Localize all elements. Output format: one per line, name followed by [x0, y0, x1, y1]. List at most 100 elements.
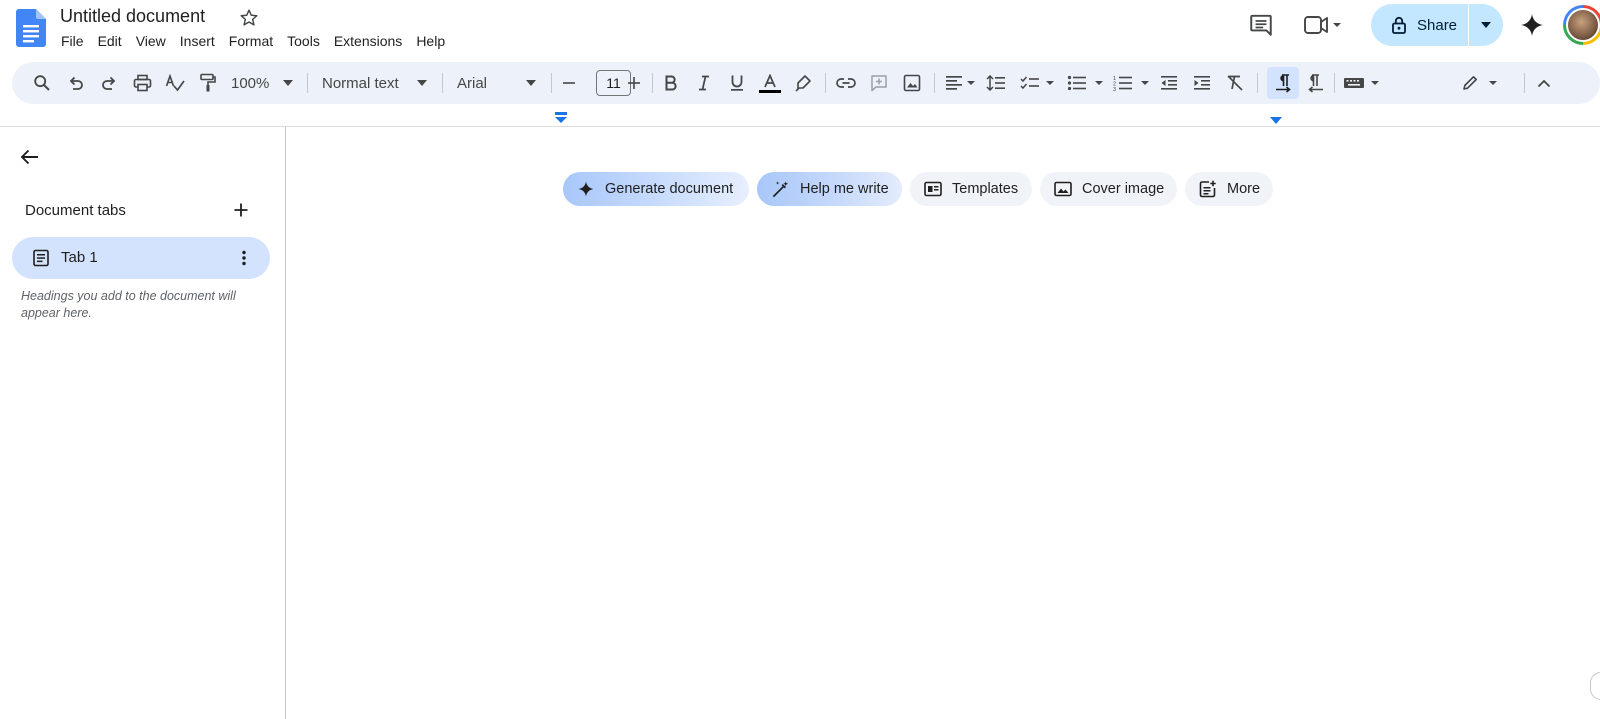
redo-icon	[102, 76, 116, 90]
spelling-check-button[interactable]	[161, 62, 189, 104]
decrease-indent-icon	[1161, 76, 1177, 90]
print-icon	[133, 74, 151, 92]
menu-view[interactable]: View	[129, 31, 173, 51]
paint-format-icon	[200, 73, 216, 92]
bold-button[interactable]	[657, 62, 685, 104]
redo-button[interactable]	[95, 62, 123, 104]
share-dropdown-button[interactable]	[1469, 4, 1503, 46]
share-label: Share	[1417, 16, 1458, 34]
input-tools-button[interactable]	[1339, 62, 1385, 104]
menu-extensions[interactable]: Extensions	[327, 31, 409, 51]
numbered-list-button[interactable]: 123	[1108, 62, 1154, 104]
bulleted-list-icon	[1067, 75, 1103, 91]
search-menus-button[interactable]	[28, 62, 56, 104]
undo-icon	[69, 76, 83, 90]
toolbar-divider	[1334, 73, 1335, 93]
gemini-sparkle-icon[interactable]	[1519, 12, 1545, 38]
toolbar-divider	[1257, 73, 1258, 93]
cover-image-chip[interactable]: Cover image	[1040, 172, 1177, 206]
clear-formatting-button[interactable]	[1221, 62, 1249, 104]
pencil-icon	[1463, 76, 1497, 90]
insert-link-button[interactable]	[832, 62, 860, 104]
add-comment-icon	[871, 75, 887, 92]
chip-label: Help me write	[800, 181, 889, 197]
toolbar-divider	[652, 73, 653, 93]
increase-indent-button[interactable]	[1188, 62, 1216, 104]
underline-icon	[731, 75, 743, 91]
add-comment-button[interactable]	[865, 62, 893, 104]
bulleted-list-button[interactable]	[1062, 62, 1108, 104]
sparkle-icon	[578, 181, 594, 197]
zoom-caret[interactable]	[280, 62, 296, 104]
left-to-right-button[interactable]	[1269, 62, 1297, 104]
decrease-font-size-button[interactable]	[558, 62, 580, 104]
more-vert-icon[interactable]	[234, 248, 254, 268]
meet-call-button[interactable]	[1303, 12, 1355, 38]
document-title[interactable]: Untitled document	[60, 6, 205, 27]
toolbar-divider	[825, 73, 826, 93]
lock-icon	[1392, 16, 1406, 34]
text-color-button[interactable]	[756, 62, 784, 104]
formatting-toolbar: 100% Normal text Arial 11 1 2 3	[12, 62, 1600, 104]
title-bar: Untitled document File Edit View Insert …	[0, 0, 1600, 60]
menu-format[interactable]: Format	[222, 31, 280, 51]
underline-button[interactable]	[723, 62, 751, 104]
add-tab-icon[interactable]	[232, 201, 250, 219]
left-indent-marker[interactable]	[555, 112, 567, 124]
account-avatar[interactable]	[1563, 5, 1600, 45]
hide-menus-button[interactable]	[1530, 62, 1558, 104]
decrease-indent-button[interactable]	[1155, 62, 1183, 104]
right-indent-marker[interactable]	[1270, 117, 1282, 125]
menu-edit[interactable]: Edit	[91, 31, 129, 51]
paint-format-button[interactable]	[194, 62, 222, 104]
docs-logo-icon[interactable]	[16, 9, 46, 47]
more-add-icon	[1199, 180, 1216, 198]
editing-mode-button[interactable]	[1458, 62, 1504, 104]
menu-tools[interactable]: Tools	[280, 31, 327, 51]
increase-indent-icon	[1194, 76, 1210, 90]
right-to-left-button[interactable]	[1302, 62, 1330, 104]
undo-button[interactable]	[62, 62, 90, 104]
align-button[interactable]	[940, 62, 980, 104]
font-caret[interactable]	[523, 62, 539, 104]
insert-image-button[interactable]	[898, 62, 926, 104]
document-tabs-sidebar: Document tabs Tab 1 Headings you add to …	[0, 127, 286, 719]
headings-hint-text: Headings you add to the document will ap…	[21, 289, 236, 320]
back-arrow-icon[interactable]	[18, 145, 42, 169]
caret-down-icon	[526, 80, 536, 86]
toolbar-divider	[934, 73, 935, 93]
align-left-icon	[946, 76, 975, 90]
plus-icon	[628, 77, 640, 89]
menu-insert[interactable]: Insert	[173, 31, 222, 51]
toolbar-divider	[442, 73, 443, 93]
paragraph-style-value: Normal text	[322, 74, 399, 92]
scroll-handle[interactable]	[1590, 672, 1600, 700]
toolbar-divider	[551, 73, 552, 93]
help-me-write-chip[interactable]: Help me write	[757, 172, 902, 206]
chip-label: Cover image	[1082, 181, 1165, 197]
templates-chip[interactable]: Templates	[910, 172, 1032, 206]
checklist-button[interactable]	[1015, 62, 1059, 104]
tab-item-tab-1[interactable]: Tab 1	[12, 237, 270, 279]
print-button[interactable]	[128, 62, 156, 104]
generate-document-chip[interactable]: Generate document	[563, 172, 749, 206]
increase-font-size-button[interactable]	[623, 62, 645, 104]
templates-icon	[924, 181, 942, 197]
ltr-pilcrow-icon	[1276, 74, 1291, 93]
italic-button[interactable]	[690, 62, 718, 104]
more-chip[interactable]: More	[1185, 172, 1273, 206]
line-spacing-button[interactable]	[982, 62, 1010, 104]
share-main-button[interactable]: Share	[1371, 4, 1468, 46]
comment-history-icon[interactable]	[1248, 12, 1274, 38]
share-button[interactable]: Share	[1371, 4, 1503, 46]
highlight-color-button[interactable]	[789, 62, 817, 104]
menu-file[interactable]: File	[54, 31, 91, 51]
star-icon[interactable]	[238, 7, 260, 29]
chevron-up-icon	[1537, 79, 1551, 87]
caret-down-icon	[283, 80, 293, 86]
minus-icon	[563, 82, 575, 84]
menu-help[interactable]: Help	[409, 31, 452, 51]
zoom-value: 100%	[231, 74, 270, 92]
numbered-list-icon: 123	[1113, 76, 1149, 91]
style-caret[interactable]	[414, 62, 430, 104]
